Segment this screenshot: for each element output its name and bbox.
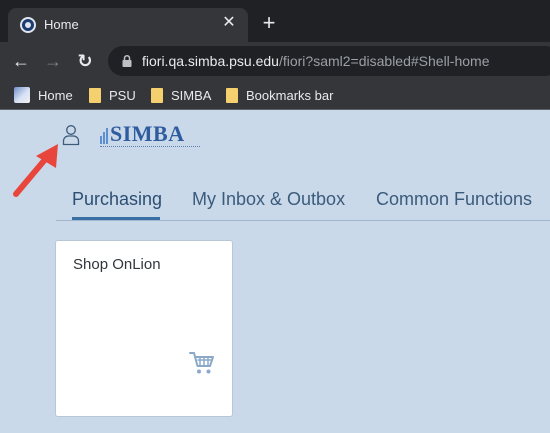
annotation-arrow-icon <box>13 144 58 197</box>
folder-icon <box>89 87 101 103</box>
bookmark-psu-folder[interactable]: PSU <box>89 86 136 104</box>
tile-title: Shop OnLion <box>73 256 161 273</box>
reload-button[interactable]: ↻ <box>74 50 96 72</box>
url-path: /fiori?saml2=disabled#Shell-home <box>278 53 490 69</box>
forward-button[interactable]: → <box>42 50 64 72</box>
bookmark-home[interactable]: Home <box>14 86 73 104</box>
home-bookmark-icon <box>14 87 30 103</box>
tab-common-functions[interactable]: Common Functions <box>376 189 532 210</box>
lock-icon[interactable] <box>120 54 134 68</box>
launchpad-tab-bar: Purchasing My Inbox & Outbox Common Func… <box>56 183 550 221</box>
bookmark-label: Home <box>38 87 73 103</box>
logo-tagline <box>100 146 200 150</box>
simba-logo: SIMBA <box>100 120 200 152</box>
tab-purchasing[interactable]: Purchasing <box>72 189 162 210</box>
bookmarks-bar: Home PSU SIMBA Bookmarks bar <box>0 80 550 110</box>
browser-toolbar: ← → ↻ fiori.qa.simba.psu.edu/fiori?saml2… <box>0 42 550 80</box>
logo-bars-icon <box>100 126 110 144</box>
address-bar[interactable]: fiori.qa.simba.psu.edu/fiori?saml2=disab… <box>108 46 550 76</box>
bookmark-label: Bookmarks bar <box>246 87 334 103</box>
user-profile-icon[interactable] <box>62 124 80 146</box>
fiori-launchpad: SIMBA Purchasing My Inbox & Outbox Commo… <box>0 111 550 433</box>
active-tab-indicator <box>72 217 160 220</box>
bookmark-bookmarks-bar-folder[interactable]: Bookmarks bar <box>226 86 333 104</box>
bookmark-simba-folder[interactable]: SIMBA <box>151 86 211 104</box>
new-tab-button[interactable]: + <box>258 12 280 34</box>
logo-text: SIMBA <box>110 121 185 146</box>
close-tab-icon[interactable]: ✕ <box>220 14 238 32</box>
tile-shop-onlion[interactable]: Shop OnLion <box>55 240 233 417</box>
tab-my-inbox-outbox[interactable]: My Inbox & Outbox <box>192 189 345 210</box>
browser-tab-strip: Home ✕ + <box>0 0 550 42</box>
folder-icon <box>151 87 163 103</box>
browser-tab-title: Home <box>44 17 79 32</box>
back-button[interactable]: ← <box>10 50 32 72</box>
url-host: fiori.qa.simba.psu.edu <box>142 53 279 69</box>
url-text: fiori.qa.simba.psu.edu/fiori?saml2=disab… <box>142 53 489 69</box>
browser-tab[interactable]: Home ✕ <box>8 8 248 42</box>
folder-icon <box>226 87 238 103</box>
bookmark-label: PSU <box>109 87 136 103</box>
site-favicon-icon <box>20 17 36 33</box>
bookmark-label: SIMBA <box>171 87 212 103</box>
cart-icon <box>189 352 214 374</box>
